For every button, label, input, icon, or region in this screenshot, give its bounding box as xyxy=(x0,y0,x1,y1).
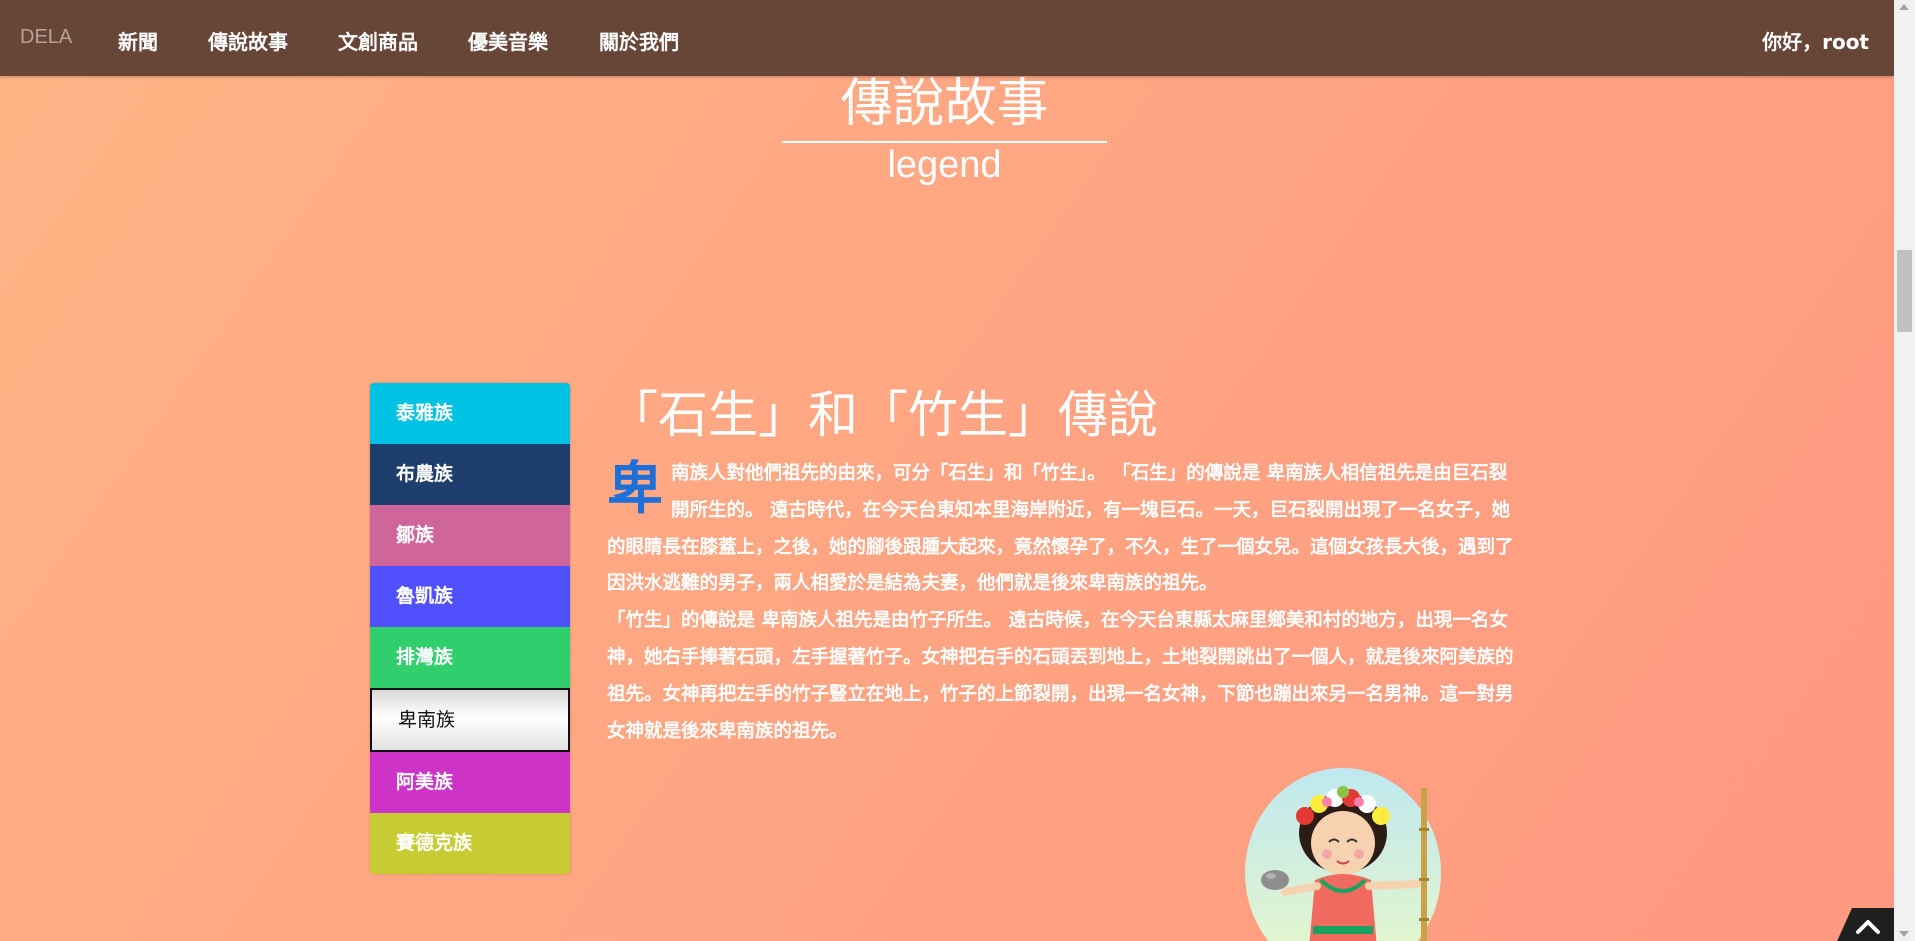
scroll-up-arrow-icon[interactable] xyxy=(1899,4,1909,10)
tribe-item-bunun[interactable]: 布農族 xyxy=(370,444,570,505)
user-greeting[interactable]: 你好，root xyxy=(1762,26,1869,55)
nav-item-about[interactable]: 關於我們 xyxy=(599,26,679,55)
nav-item-music[interactable]: 優美音樂 xyxy=(468,26,548,55)
tribe-item-amis[interactable]: 阿美族 xyxy=(370,752,570,813)
page-subtitle: legend xyxy=(887,144,1002,186)
nav-item-legends[interactable]: 傳說故事 xyxy=(208,26,288,55)
chevron-up-icon xyxy=(1856,920,1880,934)
story-body: 卑 南族人對他們祖先的由來，可分「石生」和「竹生」。 「石生」的傳說是 卑南族人… xyxy=(607,456,1522,750)
story-paragraph-stone: 南族人對他們祖先的由來，可分「石生」和「竹生」。 「石生」的傳說是 卑南族人相信… xyxy=(607,463,1514,595)
tribe-item-rukai[interactable]: 魯凱族 xyxy=(370,566,570,627)
puyuma-girl-illustration xyxy=(1245,768,1441,941)
scroll-down-arrow-icon[interactable] xyxy=(1899,931,1909,937)
tribe-item-seediq[interactable]: 賽德克族 xyxy=(370,813,570,874)
page-scrollbar[interactable] xyxy=(1894,0,1915,941)
tribe-item-paiwan[interactable]: 排灣族 xyxy=(370,627,570,688)
story-paragraph-bamboo: 「竹生」的傳說是 卑南族人祖先是由竹子所生。 遠古時候，在今天台東縣太麻里鄉美和… xyxy=(607,610,1514,742)
brand-logo[interactable]: DELA xyxy=(20,26,72,49)
tribe-menu: 泰雅族 布農族 鄒族 魯凱族 排灣族 卑南族 阿美族 賽德克族 xyxy=(370,383,570,874)
story-title: 「石生」和「竹生」傳說 xyxy=(608,386,1158,444)
top-navbar: DELA 新聞 傳說故事 文創商品 優美音樂 關於我們 你好，root xyxy=(0,0,1894,76)
nav-item-news[interactable]: 新聞 xyxy=(118,26,158,55)
tribe-item-puyuma[interactable]: 卑南族 xyxy=(370,688,570,752)
back-to-top-button[interactable] xyxy=(1834,908,1894,941)
tribe-item-tsou[interactable]: 鄒族 xyxy=(370,505,570,566)
nav-item-products[interactable]: 文創商品 xyxy=(338,26,418,55)
page-title: 傳說故事 xyxy=(840,74,1049,134)
tribe-item-atayal[interactable]: 泰雅族 xyxy=(370,383,570,444)
drop-cap: 卑 xyxy=(607,457,663,522)
scrollbar-thumb[interactable] xyxy=(1897,250,1912,332)
